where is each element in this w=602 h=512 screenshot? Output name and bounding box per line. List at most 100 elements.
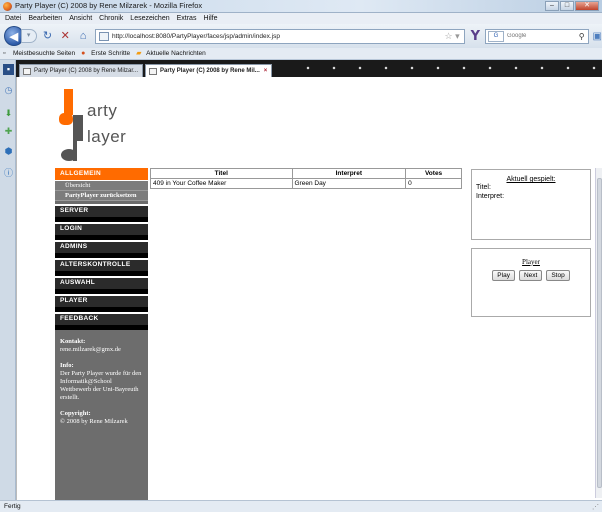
settings-icon[interactable]: ⬢ bbox=[3, 146, 14, 157]
url-bar[interactable]: http://localhost:8080/PartyPlayer/faces/… bbox=[94, 28, 465, 44]
back-arrow-icon: ◀ bbox=[9, 30, 19, 43]
table-row[interactable]: 409 in Your Coffee Maker Green Day 0 bbox=[150, 178, 462, 189]
bookmark-label: Aktuelle Nachrichten bbox=[146, 50, 206, 57]
close-window-button[interactable]: ✕ bbox=[575, 1, 599, 11]
minimize-button[interactable]: – bbox=[545, 1, 559, 11]
column-header-votes: Votes bbox=[405, 168, 462, 179]
tab-party-player-2[interactable]: Party Player (C) 2008 by Rene Mil... × bbox=[145, 64, 273, 77]
forward-button[interactable]: ▾ bbox=[20, 29, 37, 43]
player-panel: Player Play Next Stop bbox=[471, 248, 591, 317]
close-tab-icon[interactable]: × bbox=[264, 68, 268, 74]
cell-votes: 0 bbox=[405, 178, 462, 189]
column-header-interpret: Interpret bbox=[291, 168, 407, 179]
firefox-bookmark-icon: ● bbox=[81, 50, 86, 57]
menu-hilfe[interactable]: Hilfe bbox=[203, 13, 217, 24]
resize-grip-icon[interactable]: ⋰ bbox=[592, 503, 599, 511]
reload-icon[interactable]: ↻ bbox=[41, 29, 55, 43]
bookmark-erste-schritte[interactable]: ● Erste Schritte bbox=[81, 50, 130, 57]
tab-favicon bbox=[23, 67, 31, 75]
music-note-icon bbox=[59, 89, 83, 161]
cell-titel: 409 in Your Coffee Maker bbox=[150, 178, 293, 189]
nav-partyplayer-reset[interactable]: PartyPlayer zurücksetzen bbox=[55, 191, 148, 201]
nav-server[interactable]: SERVER bbox=[55, 204, 148, 222]
now-playing-panel: Aktuell gespielt: Titel: Interpret: bbox=[471, 169, 591, 240]
maximize-button[interactable]: □ bbox=[560, 1, 574, 11]
main-content: Titel Interpret Votes 409 in Your Coffee… bbox=[150, 168, 462, 500]
logo-text-player: layer bbox=[87, 127, 127, 146]
nav-allgemein[interactable]: ALLGEMEIN bbox=[55, 168, 148, 181]
info-label: Info: bbox=[60, 362, 74, 369]
menu-ansicht[interactable]: Ansicht bbox=[69, 13, 92, 24]
column-header-titel: Titel bbox=[150, 168, 293, 179]
cell-interpret: Green Day bbox=[291, 178, 407, 189]
nav-info-block: Kontakt: rene.milzarek@gmx.de Info: Der … bbox=[55, 330, 148, 426]
contact-label: Kontakt: bbox=[60, 338, 86, 345]
now-playing-interpret-label: Interpret: bbox=[476, 193, 505, 200]
bookmark-label: Erste Schritte bbox=[91, 50, 131, 57]
stop-button[interactable]: Stop bbox=[546, 270, 570, 281]
bookmark-page-icon: ▫ bbox=[3, 50, 6, 57]
logo-text-party: arty bbox=[87, 101, 118, 120]
url-text[interactable]: http://localhost:8080/PartyPlayer/faces/… bbox=[112, 33, 280, 40]
nav-alterskontrolle[interactable]: ALTERSKONTROLLE bbox=[55, 258, 148, 276]
sidebar-toolbar: ▪ ◷ ⬇ ✚ ⬢ ⓘ bbox=[0, 60, 16, 500]
player-title: Player bbox=[522, 258, 540, 266]
status-bar: Fertig ⋰ bbox=[0, 500, 602, 512]
now-playing-title: Aktuell gespielt: bbox=[506, 176, 556, 183]
table-header-row: Titel Interpret Votes bbox=[150, 168, 462, 179]
bookmark-star-icon[interactable]: ☆ ▾ bbox=[445, 31, 460, 42]
menu-bar: Datei Bearbeiten Ansicht Chronik Lesezei… bbox=[0, 13, 602, 24]
bookmark-label: Meistbesuchte Seiten bbox=[13, 50, 76, 57]
site-icon bbox=[98, 31, 109, 41]
nav-admins[interactable]: ADMINS bbox=[55, 240, 148, 258]
scrollbar-thumb[interactable] bbox=[597, 178, 602, 488]
contact-email: rene.milzarek@gmx.de bbox=[60, 346, 121, 353]
search-input[interactable] bbox=[507, 33, 578, 39]
votes-table: Titel Interpret Votes 409 in Your Coffee… bbox=[150, 168, 462, 189]
forward-dropdown-icon: ▾ bbox=[26, 32, 31, 39]
tab-party-player-1[interactable]: Party Player (C) 2008 by Rene Milzar... bbox=[19, 64, 144, 77]
bookmark-nachrichten[interactable]: ▰ Aktuelle Nachrichten bbox=[136, 50, 206, 57]
tab-strip: Party Player (C) 2008 by Rene Milzar... … bbox=[16, 60, 602, 77]
search-icon[interactable]: ⚲ bbox=[579, 32, 585, 41]
download-icon[interactable]: ⬇ bbox=[3, 108, 14, 119]
nav-auswahl[interactable]: AUSWAHL bbox=[55, 276, 148, 294]
page-scrollbar[interactable] bbox=[595, 168, 602, 498]
search-bar[interactable]: G ⚲ bbox=[485, 28, 589, 44]
play-button[interactable]: Play bbox=[492, 270, 515, 281]
status-text: Fertig bbox=[4, 503, 21, 510]
home-icon[interactable]: ⌂ bbox=[76, 29, 90, 43]
stop-icon[interactable]: ✕ bbox=[58, 29, 72, 43]
nav-login[interactable]: LOGIN bbox=[55, 222, 148, 240]
tab-favicon bbox=[149, 67, 158, 75]
addons-icon[interactable]: ✚ bbox=[3, 126, 14, 137]
info-text: Der Party Player wurde für den Informati… bbox=[60, 370, 142, 401]
menu-extras[interactable]: Extras bbox=[177, 13, 197, 24]
extension-icon[interactable]: ▣ bbox=[593, 31, 602, 42]
nav-feedback[interactable]: FEEDBACK bbox=[55, 312, 148, 330]
menu-chronik[interactable]: Chronik bbox=[99, 13, 123, 24]
firefox-icon bbox=[3, 2, 12, 11]
window-titlebar: Party Player (C) 2008 by Rene Milzarek -… bbox=[0, 0, 602, 13]
history-icon[interactable]: ◷ bbox=[3, 85, 14, 96]
bookmark-meistbesuchte[interactable]: ▫ Meistbesuchte Seiten bbox=[3, 50, 75, 57]
menu-bearbeiten[interactable]: Bearbeiten bbox=[28, 13, 62, 24]
rss-feed-icon: ▰ bbox=[136, 50, 142, 57]
search-engine-icon[interactable]: G bbox=[488, 30, 505, 42]
copyright-text: © 2008 by Rene Milzarek bbox=[60, 418, 128, 425]
player-controls: Play Next Stop bbox=[472, 270, 590, 281]
menu-datei[interactable]: Datei bbox=[5, 13, 21, 24]
nav-uebersicht[interactable]: Übersicht bbox=[55, 181, 148, 191]
navigation-toolbar: ◀ ▾ ↻ ✕ ⌂ http://localhost:8080/PartyPla… bbox=[0, 24, 602, 48]
window-controls: – □ ✕ bbox=[544, 1, 599, 12]
next-button[interactable]: Next bbox=[518, 270, 543, 281]
yahoo-toolbar-icon[interactable]: Y bbox=[471, 29, 480, 44]
info-icon[interactable]: ⓘ bbox=[3, 168, 14, 179]
copyright-label: Copyright: bbox=[60, 410, 91, 417]
tab-label: Party Player (C) 2008 by Rene Mil... bbox=[160, 68, 260, 74]
page-viewport: arty layer ALLGEMEIN Übersicht PartyPlay… bbox=[16, 77, 602, 500]
admin-navigation: ALLGEMEIN Übersicht PartyPlayer zurückse… bbox=[55, 168, 148, 500]
menu-lesezeichen[interactable]: Lesezeichen bbox=[130, 13, 169, 24]
nav-player[interactable]: PLAYER bbox=[55, 294, 148, 312]
sidebar-panel-icon[interactable]: ▪ bbox=[3, 64, 14, 75]
